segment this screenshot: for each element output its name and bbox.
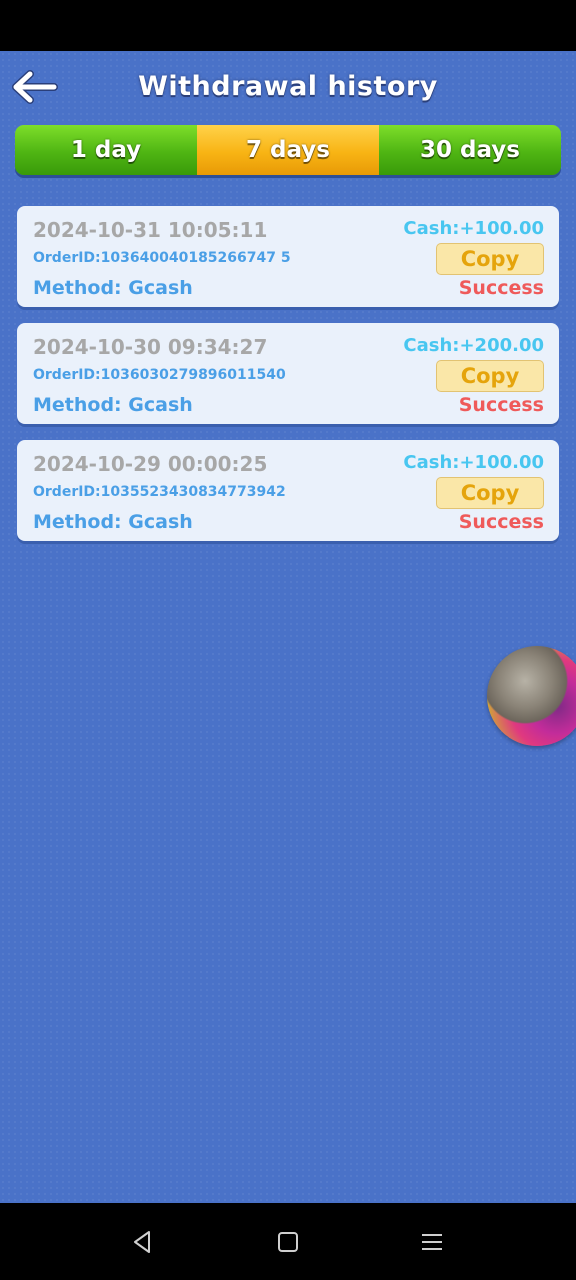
tab-1-day[interactable]: 1 day	[15, 125, 197, 175]
withdrawal-record: 2024-10-29 00:00:25 OrderID:103552343083…	[17, 440, 559, 541]
record-cash: Cash:+200.00	[403, 335, 544, 356]
status-bar	[0, 0, 576, 51]
record-datetime: 2024-10-29 00:00:25	[33, 452, 268, 476]
record-method: Method: Gcash	[33, 394, 193, 416]
floating-avatar-icon[interactable]	[487, 646, 576, 746]
record-datetime: 2024-10-30 09:34:27	[33, 335, 268, 359]
record-method: Method: Gcash	[33, 277, 193, 299]
nav-menu-button[interactable]	[419, 1229, 445, 1255]
withdrawal-record: 2024-10-30 09:34:27 OrderID:103603027989…	[17, 323, 559, 424]
nav-home-button[interactable]	[275, 1229, 301, 1255]
record-status: Success	[458, 394, 544, 416]
tab-30-days[interactable]: 30 days	[379, 125, 561, 175]
record-status: Success	[458, 277, 544, 299]
record-order-id: OrderID:1035523430834773942	[33, 484, 286, 500]
record-status: Success	[458, 511, 544, 533]
nav-back-button[interactable]	[130, 1229, 156, 1255]
page-title: Withdrawal history	[138, 71, 438, 102]
record-cash: Cash:+100.00	[403, 218, 544, 239]
record-order-id: OrderID:1036030279896011540	[33, 367, 286, 383]
date-range-tabs: 1 day 7 days 30 days	[15, 125, 561, 175]
triangle-back-icon	[134, 1231, 150, 1253]
record-method: Method: Gcash	[33, 511, 193, 533]
square-home-icon	[278, 1232, 298, 1252]
menu-icon	[422, 1234, 442, 1250]
record-cash: Cash:+100.00	[403, 452, 544, 473]
withdrawal-record: 2024-10-31 10:05:11 OrderID:103640040185…	[17, 206, 559, 307]
record-order-id: OrderID:103640040185266747 5	[33, 250, 291, 266]
copy-button[interactable]: Copy	[436, 360, 544, 392]
tab-7-days[interactable]: 7 days	[197, 125, 379, 175]
system-nav-bar	[0, 1203, 576, 1280]
copy-button[interactable]: Copy	[436, 477, 544, 509]
record-datetime: 2024-10-31 10:05:11	[33, 218, 268, 242]
copy-button[interactable]: Copy	[436, 243, 544, 275]
withdrawal-list: 2024-10-31 10:05:11 OrderID:103640040185…	[17, 206, 559, 557]
app-screen: Withdrawal history 1 day 7 days 30 days …	[0, 51, 576, 1203]
